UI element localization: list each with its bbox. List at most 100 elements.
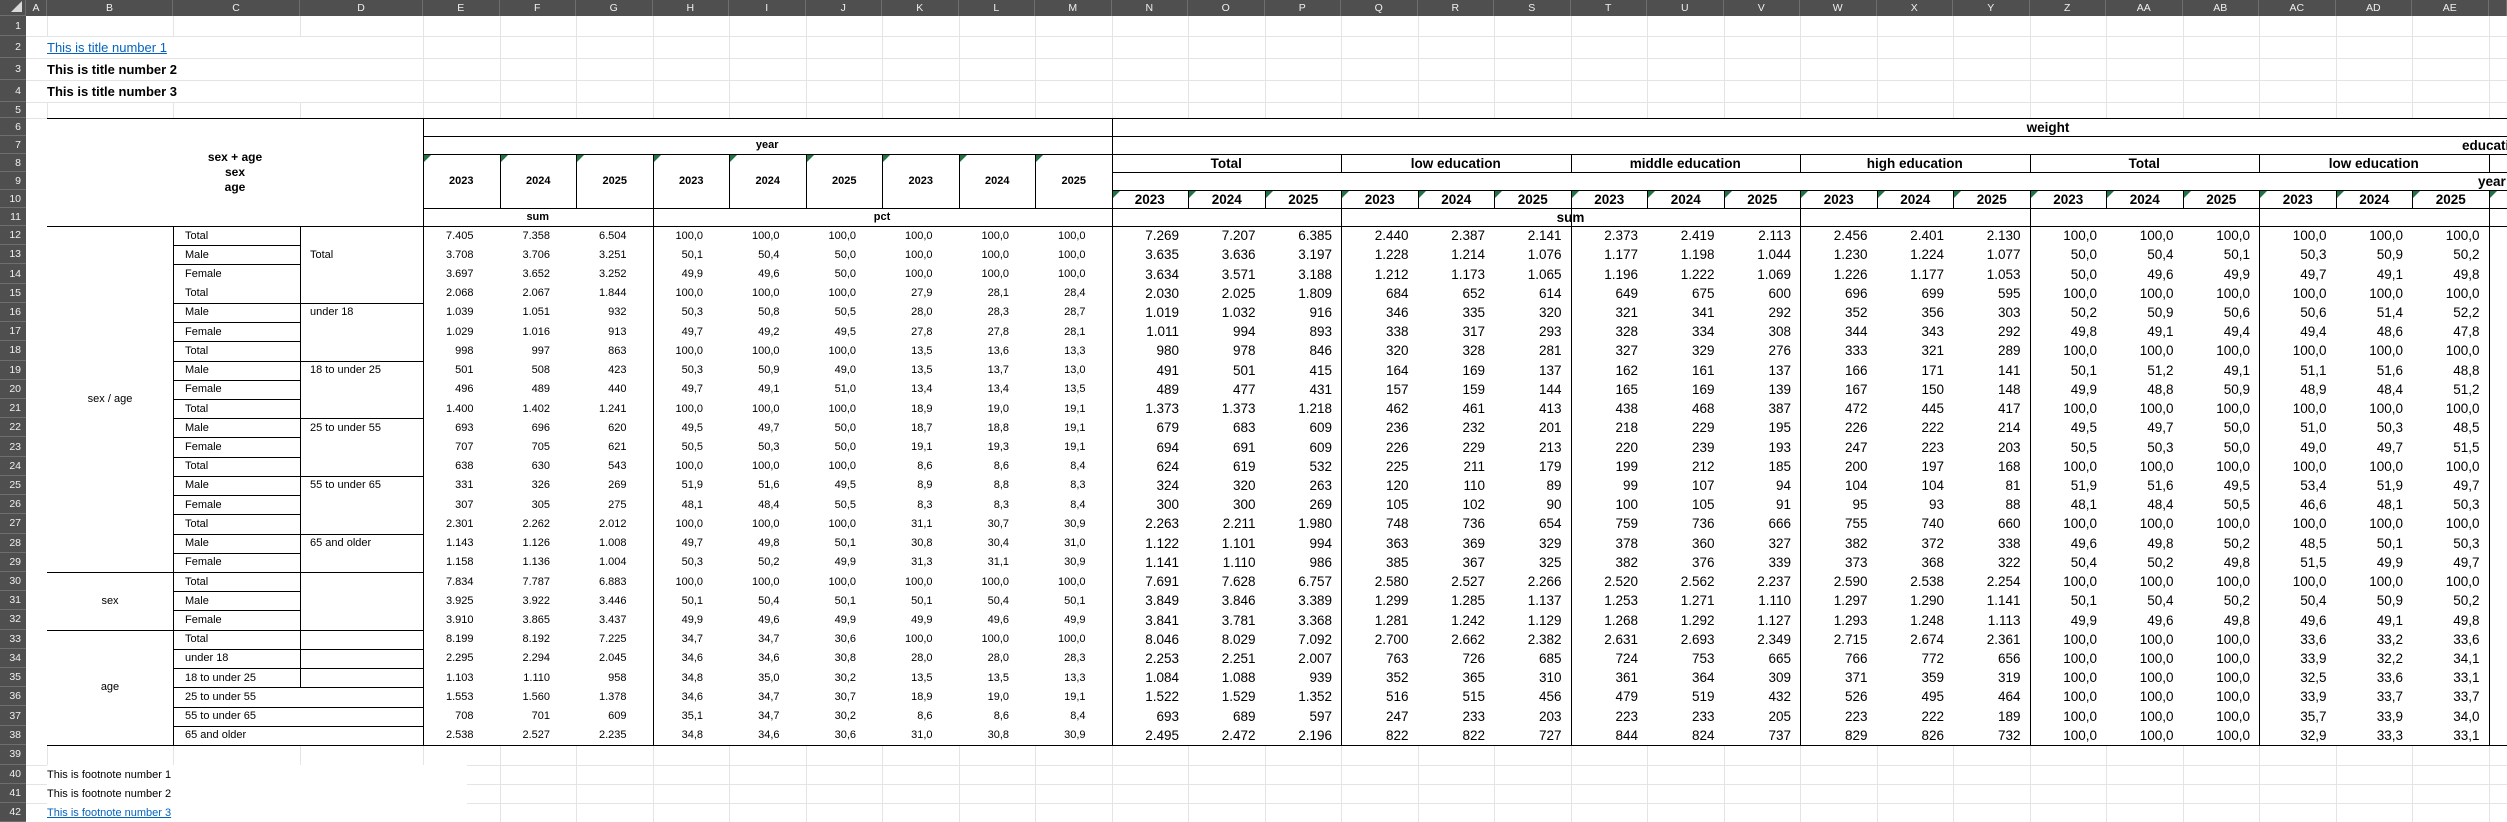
data-cell[interactable]: 222 bbox=[1877, 418, 1954, 437]
data-cell[interactable]: 50,3 bbox=[2336, 418, 2413, 437]
data-cell[interactable]: 7.358 bbox=[500, 226, 577, 245]
data-cell[interactable]: 28,3 bbox=[959, 303, 1036, 322]
data-cell[interactable]: 28,4 bbox=[1035, 284, 1112, 303]
data-cell[interactable]: 978 bbox=[1188, 341, 1265, 360]
data-cell[interactable]: 495 bbox=[1877, 687, 1954, 706]
data-cell[interactable]: 666 bbox=[1724, 514, 1801, 533]
data-cell[interactable]: 100,0 bbox=[2106, 284, 2183, 303]
data-cell[interactable]: 1.253 bbox=[1571, 591, 1648, 610]
data-cell[interactable]: 49,7 bbox=[2412, 476, 2489, 495]
stub-cell[interactable]: Female bbox=[173, 322, 300, 341]
year-cell[interactable]: 2024 bbox=[2106, 190, 2183, 208]
data-cell[interactable]: 51,4 bbox=[2336, 303, 2413, 322]
footnote-text[interactable]: This is footnote number 1 bbox=[47, 765, 467, 784]
data-cell[interactable]: 51,9 bbox=[2030, 476, 2107, 495]
stub-header-cell[interactable]: sex + agesexage bbox=[47, 118, 423, 226]
data-cell[interactable]: 28,1 bbox=[1035, 322, 1112, 341]
data-cell[interactable]: 51,5 bbox=[2412, 437, 2489, 456]
data-cell[interactable]: 368 bbox=[1877, 553, 1954, 572]
data-cell[interactable]: 148 bbox=[1953, 380, 2030, 399]
data-cell[interactable]: 33,9 bbox=[2259, 649, 2336, 668]
data-cell[interactable]: 100,0 bbox=[2412, 572, 2489, 591]
data-cell[interactable]: 100,0 bbox=[1035, 226, 1112, 245]
data-cell[interactable]: 543 bbox=[576, 457, 653, 476]
data-cell[interactable]: 19,1 bbox=[1035, 687, 1112, 706]
data-cell[interactable]: 104 bbox=[1800, 476, 1877, 495]
data-cell[interactable]: 3.865 bbox=[500, 610, 577, 629]
data-cell[interactable]: 28,0 bbox=[882, 303, 959, 322]
data-cell[interactable]: 2.440 bbox=[1341, 226, 1418, 245]
data-cell[interactable]: 6.883 bbox=[576, 572, 653, 591]
stub-cell[interactable]: Male bbox=[173, 534, 300, 553]
education-group-header-cell[interactable]: middle education bbox=[1571, 154, 1801, 172]
year-cell[interactable]: 2025 bbox=[1265, 190, 1342, 208]
data-cell[interactable]: 94 bbox=[1724, 476, 1801, 495]
data-cell[interactable]: 30,4 bbox=[959, 534, 1036, 553]
data-cell[interactable]: 683 bbox=[1188, 418, 1265, 437]
data-cell[interactable]: 100,0 bbox=[2030, 649, 2107, 668]
data-cell[interactable]: 48,8 bbox=[2106, 380, 2183, 399]
data-cell[interactable]: 100,0 bbox=[2030, 707, 2107, 726]
data-cell[interactable]: 431 bbox=[1265, 380, 1342, 399]
data-cell[interactable]: 33,6 bbox=[2412, 630, 2489, 649]
data-cell[interactable]: 8,6 bbox=[959, 707, 1036, 726]
data-cell[interactable]: 100,0 bbox=[2030, 457, 2107, 476]
data-cell[interactable]: 100,0 bbox=[2336, 399, 2413, 418]
data-cell[interactable]: 100,0 bbox=[2259, 399, 2336, 418]
stub-cell[interactable]: Total bbox=[173, 341, 300, 360]
data-cell[interactable]: 28,1 bbox=[959, 284, 1036, 303]
data-cell[interactable]: 46,6 bbox=[2259, 495, 2336, 514]
data-cell[interactable]: 1.084 bbox=[1112, 668, 1189, 687]
data-cell[interactable]: 305 bbox=[500, 495, 577, 514]
data-cell[interactable]: 1.299 bbox=[1341, 591, 1418, 610]
data-cell[interactable]: 2.251 bbox=[1188, 649, 1265, 668]
data-cell[interactable]: 3.846 bbox=[1188, 591, 1265, 610]
year-cell[interactable]: 2023 bbox=[2030, 190, 2107, 208]
data-cell[interactable]: 50,3 bbox=[2412, 534, 2489, 553]
data-cell[interactable]: 50,5 bbox=[653, 437, 730, 456]
data-cell[interactable]: 99 bbox=[1571, 476, 1648, 495]
data-cell[interactable]: 189 bbox=[1953, 707, 2030, 726]
stub-cell[interactable]: Total bbox=[173, 284, 300, 303]
data-cell[interactable]: 2.295 bbox=[423, 649, 500, 668]
data-cell[interactable]: 2.472 bbox=[1188, 726, 1265, 745]
data-cell[interactable]: 1.218 bbox=[1265, 399, 1342, 418]
data-cell[interactable]: 1.158 bbox=[423, 553, 500, 572]
data-cell[interactable]: 472 bbox=[1800, 399, 1877, 418]
data-cell[interactable]: 693 bbox=[1112, 707, 1189, 726]
data-cell[interactable]: 462 bbox=[1341, 399, 1418, 418]
data-cell[interactable]: 13,3 bbox=[1035, 341, 1112, 360]
data-cell[interactable]: 34,1 bbox=[2412, 649, 2489, 668]
data-cell[interactable]: 1.141 bbox=[1112, 553, 1189, 572]
data-cell[interactable]: 3.571 bbox=[1188, 264, 1265, 283]
data-cell[interactable]: 100,0 bbox=[2030, 687, 2107, 706]
data-cell[interactable]: 263 bbox=[1265, 476, 1342, 495]
data-cell[interactable]: 48,1 bbox=[2030, 495, 2107, 514]
data-cell[interactable]: 309 bbox=[1724, 668, 1801, 687]
data-cell[interactable]: 49,6 bbox=[729, 610, 806, 629]
data-cell[interactable]: 3.841 bbox=[1112, 610, 1189, 629]
data-cell[interactable]: 49,7 bbox=[2336, 437, 2413, 456]
data-cell[interactable]: 3.252 bbox=[576, 264, 653, 283]
data-cell[interactable]: 2.590 bbox=[1800, 572, 1877, 591]
data-cell[interactable]: 205 bbox=[1724, 707, 1801, 726]
data-cell[interactable]: 50,1 bbox=[2030, 361, 2107, 380]
data-cell[interactable]: 100,0 bbox=[882, 226, 959, 245]
data-cell[interactable]: 893 bbox=[1265, 322, 1342, 341]
data-cell[interactable]: 696 bbox=[1800, 284, 1877, 303]
data-cell[interactable]: 100 bbox=[1571, 495, 1648, 514]
data-cell[interactable]: 378 bbox=[1571, 534, 1648, 553]
data-cell[interactable]: 100,0 bbox=[2183, 687, 2260, 706]
data-cell[interactable]: 638 bbox=[423, 457, 500, 476]
data-cell[interactable]: 7.787 bbox=[500, 572, 577, 591]
data-cell[interactable]: 100,0 bbox=[2336, 341, 2413, 360]
data-cell[interactable]: 6.504 bbox=[576, 226, 653, 245]
data-cell[interactable]: 34,7 bbox=[729, 707, 806, 726]
data-cell[interactable]: 50,2 bbox=[2412, 245, 2489, 264]
data-cell[interactable]: 7.628 bbox=[1188, 572, 1265, 591]
stub-cell[interactable]: Female bbox=[173, 553, 300, 572]
data-cell[interactable]: 50,0 bbox=[2030, 245, 2107, 264]
data-cell[interactable]: 30,6 bbox=[806, 630, 883, 649]
data-cell[interactable]: 100,0 bbox=[2412, 514, 2489, 533]
data-cell[interactable]: 691 bbox=[1188, 437, 1265, 456]
